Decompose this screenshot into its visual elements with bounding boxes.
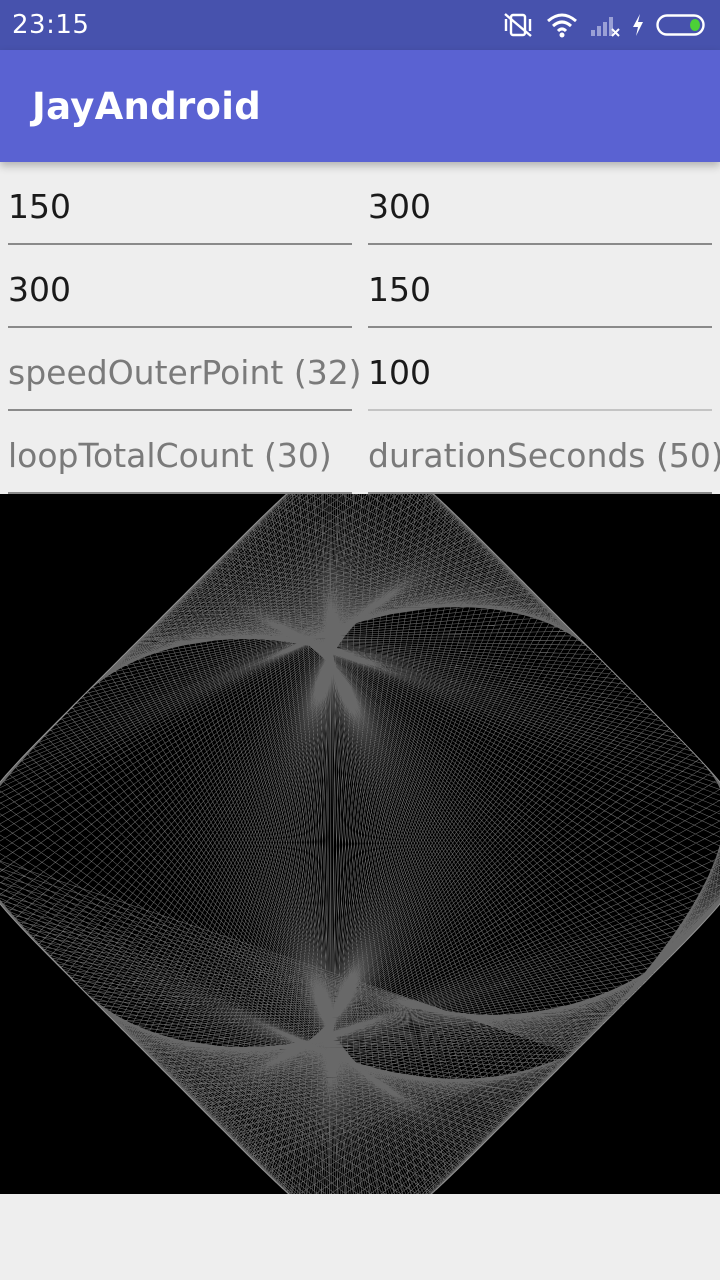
battery-icon (656, 13, 708, 37)
field-value: 150 (368, 270, 431, 309)
line-art-chords (0, 494, 720, 1194)
field-placeholder: loopTotalCount (30) (8, 436, 332, 475)
field-value: 300 (8, 270, 71, 309)
field-value: 300 (368, 187, 431, 226)
vibrate-off-icon (502, 11, 534, 39)
charging-icon (632, 13, 644, 37)
field-placeholder: durationSeconds (50) (368, 436, 720, 475)
drawing-canvas (0, 494, 720, 1194)
status-bar: 23:15 (0, 0, 720, 50)
status-time: 23:15 (12, 10, 90, 40)
field-row1-right[interactable]: 300 (368, 162, 712, 245)
speed-outer-point-field[interactable]: speedOuterPoint (32) (8, 328, 362, 411)
app-bar: JayAndroid (0, 50, 720, 162)
parameter-form: 150 300 300 150 speedOuterPoint (32) 100… (0, 162, 720, 494)
signal-icon (590, 13, 620, 37)
loop-total-count-field[interactable]: loopTotalCount (30) (8, 411, 352, 494)
field-row3-right[interactable]: 100 (368, 328, 712, 411)
field-row2-left[interactable]: 300 (8, 245, 352, 328)
field-row1-left[interactable]: 150 (8, 162, 352, 245)
field-row2-right[interactable]: 150 (368, 245, 712, 328)
app-title: JayAndroid (32, 84, 262, 128)
wifi-icon (546, 12, 578, 38)
field-value: 150 (8, 187, 71, 226)
field-value: 100 (368, 353, 431, 392)
field-placeholder: speedOuterPoint (32) (8, 353, 362, 392)
line-art-pattern (0, 494, 720, 1194)
status-icons (502, 11, 708, 39)
duration-seconds-field[interactable]: durationSeconds (50) (368, 411, 720, 494)
